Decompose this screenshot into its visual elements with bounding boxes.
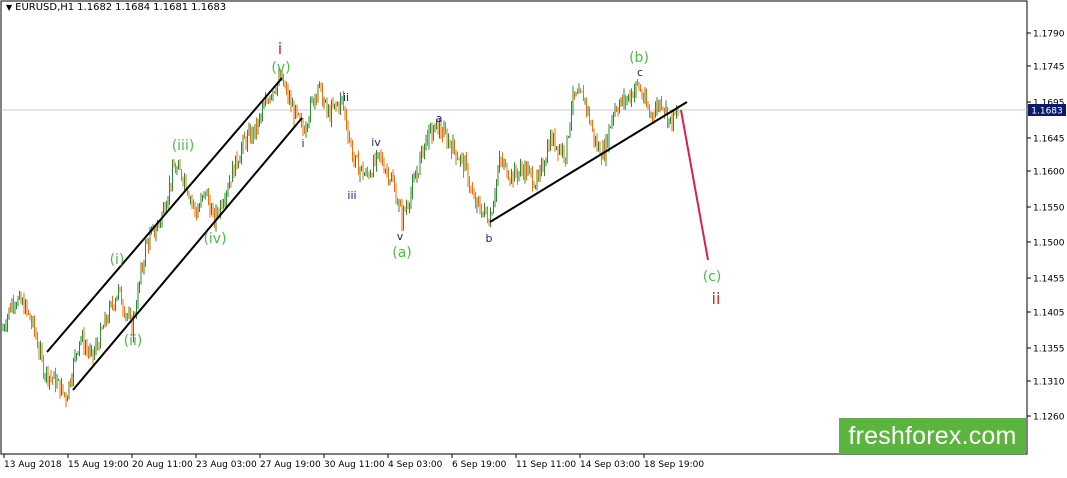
price-tick-label: 1.1790 (1033, 30, 1065, 40)
price-tick-label: 1.1645 (1033, 135, 1065, 145)
wave-label: iii (347, 189, 356, 202)
time-tick-label: 13 Aug 2018 (4, 460, 62, 470)
price-tick-label: 1.1310 (1033, 378, 1065, 388)
time-tick-label: 27 Aug 19:00 (260, 460, 321, 470)
wave-label: i (278, 39, 282, 58)
time-tick-label: 18 Sep 19:00 (644, 460, 704, 470)
wave-label: (iv) (203, 231, 226, 247)
wave-label: (b) (629, 50, 649, 66)
wave-label: a (436, 112, 443, 125)
time-tick-label: 14 Sep 03:00 (580, 460, 640, 470)
chart-svg: i(v)(iii)(iv)(i)(ii)iiiiiiivv(a)abc(b)(c… (0, 0, 1066, 470)
wave-label: ii (343, 91, 349, 104)
wave-label: ii (712, 289, 721, 308)
time-tick-label: 4 Sep 03:00 (388, 460, 443, 470)
dropdown-arrow-icon[interactable]: ▼ (6, 3, 12, 12)
price-tick-label: 1.1600 (1033, 168, 1065, 178)
wave-label: b (486, 232, 493, 245)
chart: i (v) (iii) (iv) (i) (ii) i ii iii iv v (a) a b c (b) (c… (0, 0, 1067, 474)
wave-label: (iii) (172, 138, 195, 154)
close-price: 1.1683 (191, 2, 227, 13)
open-price: 1.1682 (77, 2, 113, 13)
wave-label: (ii) (124, 333, 143, 349)
time-tick-label: 15 Aug 19:00 (68, 460, 129, 470)
price-tick-label: 1.1500 (1033, 239, 1065, 249)
time-tick-label: 6 Sep 19:00 (452, 460, 507, 470)
time-tick-label: 11 Sep 11:00 (516, 460, 576, 470)
price-tick-label: 1.1405 (1033, 309, 1065, 319)
wave-label: v (397, 230, 404, 243)
symbol-header: ▼ EURUSD,H1 1.1682 1.1684 1.1681 1.1683 (6, 2, 226, 13)
time-tick-label: 23 Aug 03:00 (196, 460, 257, 470)
price-tick-label: 1.1355 (1033, 345, 1065, 355)
wave-label: (v) (271, 60, 290, 76)
wave-label: (c) (703, 269, 722, 285)
time-tick-label: 20 Aug 11:00 (132, 460, 193, 470)
wave-label: (a) (392, 245, 412, 261)
price-tick-label: 1.1550 (1033, 204, 1065, 214)
price-tick-label: 1.1455 (1033, 275, 1065, 285)
current-price-label: 1.1683 (1031, 107, 1063, 117)
symbol-label: EURUSD,H1 (15, 2, 75, 13)
wave-label: (i) (110, 252, 125, 268)
price-tick-label: 1.1260 (1033, 413, 1065, 423)
time-tick-label: 30 Aug 11:00 (324, 460, 385, 470)
current-price-box: 1.1683 (1028, 104, 1066, 117)
wave-label: c (637, 66, 643, 79)
low-price: 1.1681 (153, 2, 189, 13)
time-axis: 13 Aug 2018 15 Aug 19:00 20 Aug 11:00 23 Au… (3, 454, 704, 470)
price-axis: 1.17901.17451.16951.16451.16001.15501.15… (1027, 30, 1065, 423)
freshforex-logo: freshforex.com (839, 418, 1026, 454)
price-tick-label: 1.1745 (1033, 63, 1065, 73)
high-price: 1.1684 (115, 2, 151, 13)
wave-label: iv (371, 136, 381, 149)
wave-label: i (301, 137, 304, 150)
